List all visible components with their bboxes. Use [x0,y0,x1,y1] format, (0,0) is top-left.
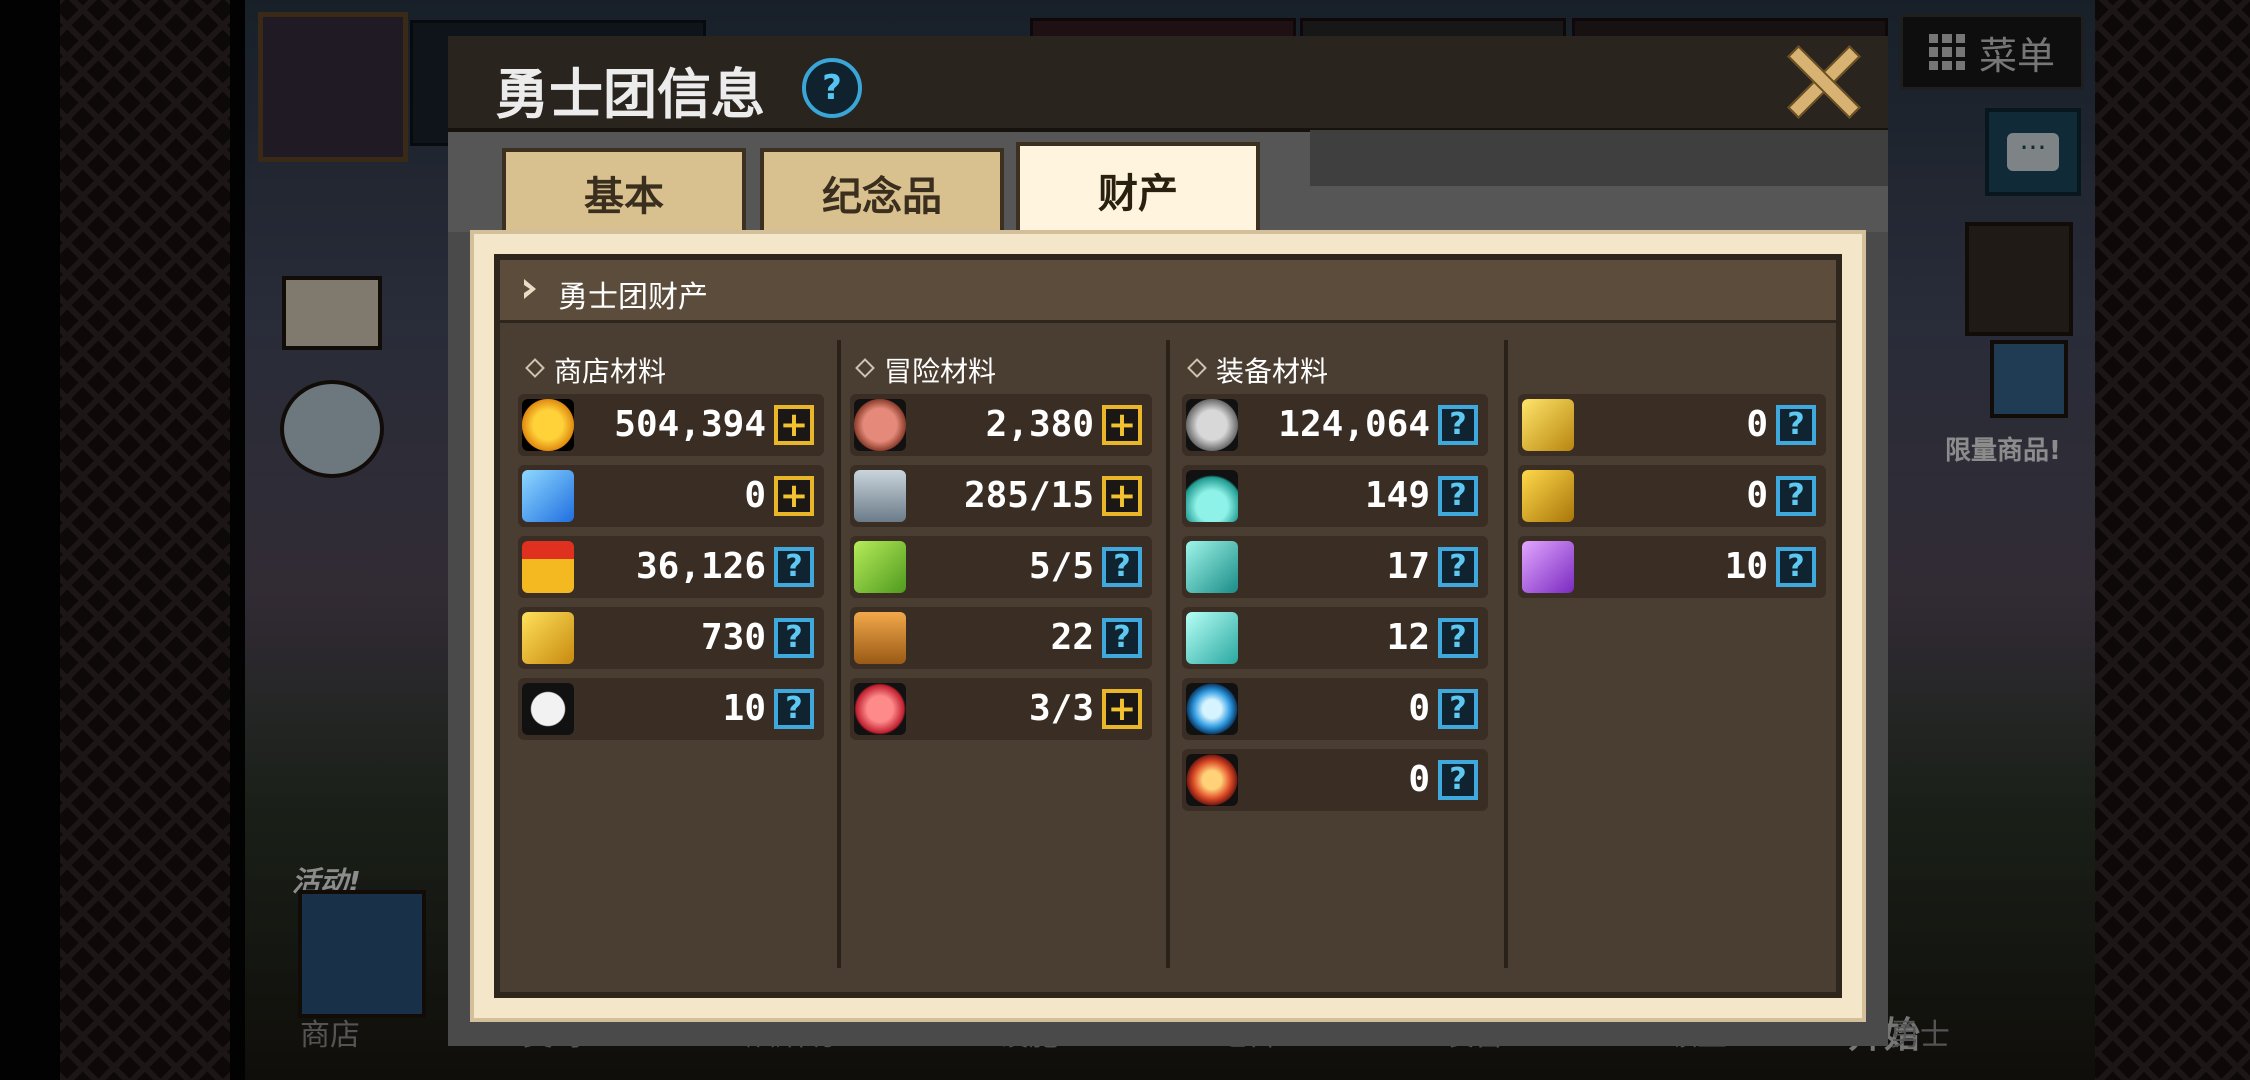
add-button[interactable]: + [774,405,814,445]
info-button[interactable]: ? [774,618,814,658]
help-icon[interactable]: ? [802,58,862,118]
column-divider [837,340,841,968]
asset-value: 124,064 [1278,404,1430,445]
info-button[interactable]: ? [1438,618,1478,658]
medal-icon [522,541,574,593]
column-title-shop: 商店材料 [554,355,667,388]
add-button[interactable]: + [774,476,814,516]
info-button[interactable]: ? [1438,547,1478,587]
close-icon[interactable] [1784,42,1860,118]
gold-star-scroll-icon [1522,470,1574,522]
tab-strip-shadow [1310,130,1888,186]
blue-orb-icon [1186,683,1238,735]
column-divider [1504,340,1508,968]
info-button[interactable]: ? [1438,476,1478,516]
asset-value: 17 [1386,546,1430,587]
info-button[interactable]: ? [774,689,814,729]
asset-value: 10 [1724,546,1768,587]
asset-value: 0 [1408,759,1430,800]
column-divider [1166,340,1170,968]
info-button[interactable]: ? [1776,476,1816,516]
info-button[interactable]: ? [1438,689,1478,729]
dialog-title: 勇士团信息 [495,63,765,126]
asset-value: 5/5 [1028,546,1094,587]
fish-bone-icon [522,683,574,735]
info-button[interactable]: ? [1102,618,1142,658]
add-button[interactable]: + [1102,405,1142,445]
asset-value: 10 [722,688,766,729]
asset-value: 149 [1364,475,1430,516]
column-title-equipment: 装备材料 [1216,355,1329,388]
gold-scroll-icon [1522,399,1574,451]
asset-value: 22 [1050,617,1094,658]
asset-value: 504,394 [614,404,766,445]
gold-ticket-icon [522,612,574,664]
asset-value: 730 [700,617,766,658]
info-button[interactable]: ? [1776,547,1816,587]
teal-gem-icon [1186,612,1238,664]
add-button[interactable]: + [1102,689,1142,729]
asset-value: 0 [1746,404,1768,445]
tab-souvenirs[interactable]: 纪念品 [760,148,1004,234]
teal-stone-icon [1186,541,1238,593]
purple-ticket-icon [1522,541,1574,593]
tab-basic[interactable]: 基本 [502,148,746,234]
info-button[interactable]: ? [1438,405,1478,445]
green-ticket-icon [854,541,906,593]
column-title-adventure: 冒险材料 [884,355,997,388]
info-button[interactable]: ? [1102,547,1142,587]
info-button[interactable]: ? [774,547,814,587]
asset-value: 0 [1746,475,1768,516]
asset-value: 285/15 [963,475,1094,516]
asset-value: 12 [1386,617,1430,658]
red-orb-icon [1186,754,1238,806]
asset-value: 0 [744,475,766,516]
teal-powder-icon [1186,470,1238,522]
asset-value: 2,380 [985,404,1094,445]
asset-value: 0 [1408,688,1430,729]
chevron-right-icon [524,279,536,299]
red-crystal-icon [854,683,906,735]
blue-gem-icon [522,470,574,522]
trophy-icon [854,612,906,664]
section-title: 勇士团财产 [558,280,708,315]
asset-value: 36,126 [635,546,766,587]
info-button[interactable]: ? [1438,760,1478,800]
meat-icon [854,399,906,451]
asset-value: 3/3 [1028,688,1094,729]
gold-coin-icon [522,399,574,451]
tab-assets[interactable]: 财产 [1016,142,1260,234]
add-button[interactable]: + [1102,476,1142,516]
iron-ore-icon [1186,399,1238,451]
key-icon [854,470,906,522]
info-button[interactable]: ? [1776,405,1816,445]
